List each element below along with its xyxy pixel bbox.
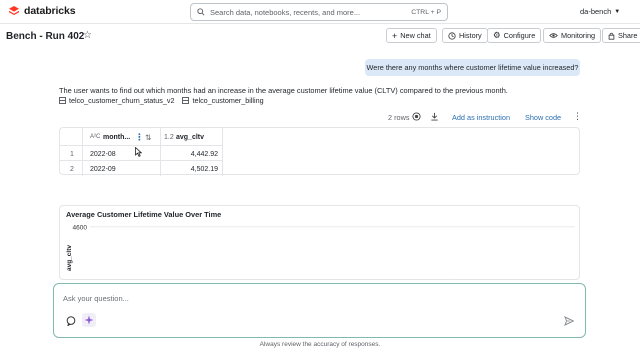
table-reference[interactable]: telco_customer_churn_status_v2 [59, 96, 174, 105]
number-type-icon: 1.2 [164, 134, 174, 141]
search-shortcut: CTRL + P [411, 8, 441, 16]
column-menu-icon[interactable]: ⋮ [135, 132, 144, 143]
table-reference-label: telco_customer_billing [192, 96, 264, 105]
show-code-link[interactable]: Show code [525, 113, 561, 122]
cell-avg-cltv[interactable]: 4,502.19 [191, 166, 218, 173]
table-reference-label: telco_customer_churn_status_v2 [69, 96, 175, 105]
y-tick-label: 4600 [73, 224, 88, 231]
configure-label: Configure [503, 31, 536, 40]
search-icon [197, 8, 205, 16]
history-button[interactable]: History [442, 28, 488, 43]
user-message-text: Were there any months where customer lif… [366, 63, 579, 72]
new-chat-label: New chat [400, 31, 431, 40]
assistant-sparkle-button[interactable] [82, 313, 96, 327]
cell-avg-cltv[interactable]: 4,442.92 [191, 151, 218, 158]
new-chat-button[interactable]: + New chat [386, 28, 437, 43]
configure-button[interactable]: ⚙ Configure [487, 28, 542, 43]
monitoring-label: Monitoring [561, 31, 596, 40]
table-icon [59, 97, 66, 104]
table-reference[interactable]: telco_customer_billing [182, 96, 264, 105]
top-bar: databricks Search data, notebooks, recen… [0, 0, 640, 24]
line-chart: 4600 4500 avg_cltv [66, 224, 575, 280]
monitoring-button[interactable]: Monitoring [543, 28, 602, 43]
sort-icon[interactable]: ⇅ [145, 133, 151, 142]
row-index: 2 [70, 166, 74, 173]
row-index: 1 [70, 151, 74, 158]
search-placeholder: Search data, notebooks, recents, and mor… [210, 7, 361, 17]
brand-name: databricks [24, 5, 76, 17]
plus-icon: + [392, 30, 398, 41]
chevron-down-icon: ▼ [614, 8, 621, 15]
question-input[interactable] [63, 294, 463, 303]
chat-bubble-icon[interactable] [66, 316, 76, 326]
string-type-icon: A²C [90, 134, 101, 140]
star-icon[interactable]: ☆ [83, 30, 92, 41]
global-search[interactable]: Search data, notebooks, recents, and mor… [190, 3, 448, 21]
y-axis-label: avg_cltv [66, 245, 73, 271]
cell-month[interactable]: 2022-09 [90, 166, 116, 173]
rows-count: 2 rows [388, 113, 410, 122]
download-icon[interactable] [430, 112, 439, 121]
add-as-instruction-link[interactable]: Add as instruction [452, 113, 510, 122]
table-row[interactable]: 2 2022-09 4,502.19 [60, 163, 222, 178]
history-icon [448, 31, 456, 40]
column-header-month[interactable]: month... [103, 134, 130, 141]
eye-icon [549, 33, 558, 38]
brand-logo[interactable]: databricks [8, 5, 76, 17]
send-icon[interactable] [564, 316, 574, 326]
user-message: Were there any months where customer lif… [365, 59, 580, 76]
databricks-logo-icon [9, 6, 19, 15]
page-title: Bench - Run 402 [6, 31, 85, 42]
workspace-name: da-bench [580, 7, 612, 16]
cell-month[interactable]: 2022-08 [90, 151, 116, 158]
lock-icon [608, 32, 615, 40]
assistant-intro: The user wants to find out which months … [59, 86, 508, 95]
mouse-cursor-icon [135, 147, 142, 157]
table-header-row: A²C month... ⋮ ⇅ 1.2 avg_cltv [60, 132, 222, 147]
sparkle-icon [84, 315, 94, 325]
referenced-tables: telco_customer_churn_status_v2 telco_cus… [59, 96, 264, 105]
column-header-avg-cltv[interactable]: avg_cltv [176, 134, 204, 141]
share-button[interactable]: Share [602, 28, 640, 43]
workspace-switcher[interactable]: da-bench ▼ [580, 7, 620, 16]
share-label: Share [618, 31, 638, 40]
gear-icon: ⚙ [493, 30, 501, 40]
table-icon [182, 97, 190, 104]
y-tick-label: 4500 [73, 278, 88, 280]
record-icon[interactable] [412, 112, 421, 121]
ask-question-box[interactable] [53, 283, 586, 338]
result-table: A²C month... ⋮ ⇅ 1.2 avg_cltv 1 2022-08 … [59, 127, 580, 178]
chart-card: Average Customer Lifetime Value Over Tim… [59, 205, 580, 280]
accuracy-disclaimer: Always review the accuracy of responses. [259, 341, 381, 348]
more-options-icon[interactable]: ⋮ [573, 111, 582, 122]
history-label: History [459, 31, 482, 40]
